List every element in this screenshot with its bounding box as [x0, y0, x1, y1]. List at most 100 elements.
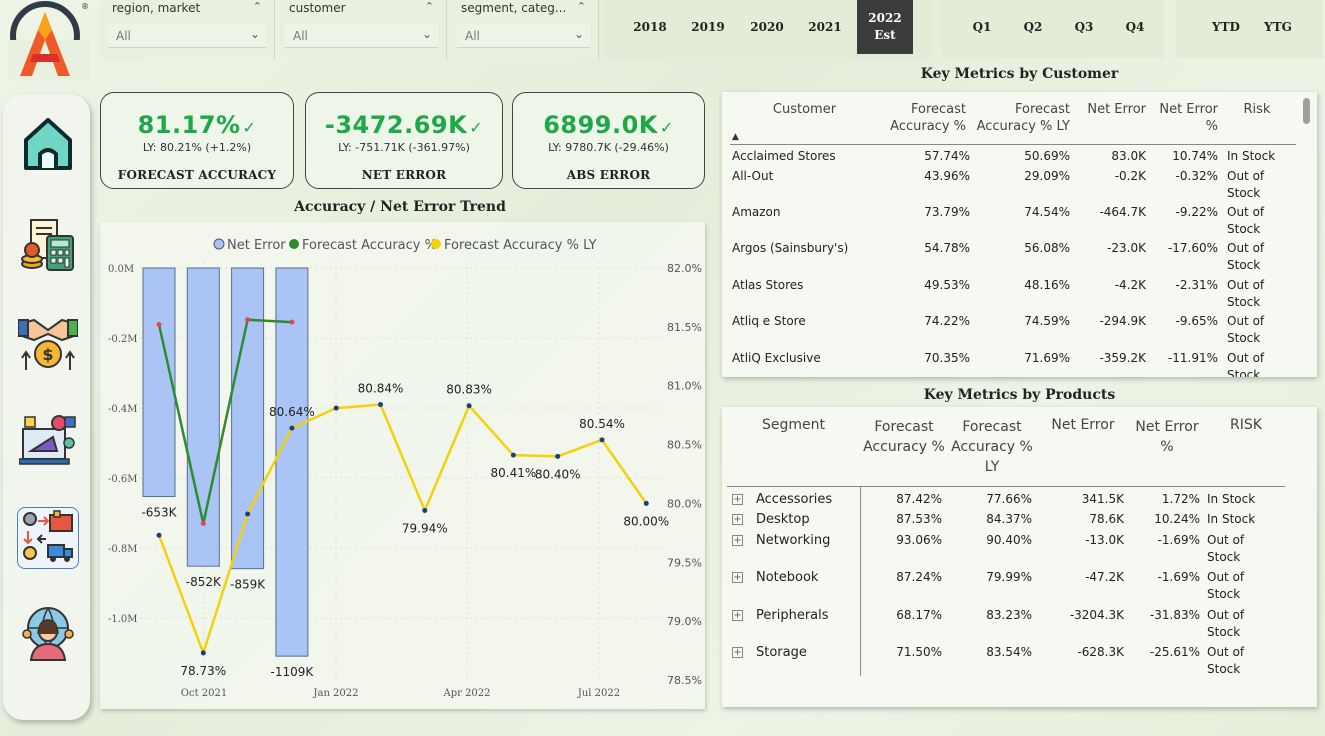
- table-cell: 29.09%: [1024, 169, 1070, 183]
- sort-ascending-icon[interactable]: ▲: [732, 132, 739, 142]
- supply-chain-nav-button[interactable]: [17, 507, 79, 569]
- sales-nav-button[interactable]: $: [17, 312, 79, 374]
- forecast-accuracy-ly-point: [510, 452, 516, 458]
- forecast-accuracy-point: [156, 322, 162, 328]
- chevron-up-icon[interactable]: ⌃: [577, 0, 586, 13]
- y-axis-right-tick: 80.5%: [667, 439, 702, 452]
- chevron-down-icon[interactable]: ⌄: [422, 27, 432, 41]
- table-cell: 70.35%: [924, 351, 970, 365]
- home-nav-button[interactable]: [17, 112, 79, 174]
- table-cell: -13.0K: [1085, 533, 1124, 547]
- y-axis-right-tick: 79.0%: [667, 615, 702, 628]
- chevron-up-icon[interactable]: ⌃: [425, 0, 434, 13]
- column-header-net-error[interactable]: Net Error: [1044, 417, 1122, 434]
- ytd-button[interactable]: YTD: [1204, 0, 1248, 54]
- customer-metrics-table[interactable]: Customer Forecast Accuracy % Forecast Ac…: [722, 92, 1317, 377]
- year-2019-button[interactable]: 2019: [683, 0, 733, 54]
- expand-row-icon[interactable]: +: [732, 535, 743, 546]
- quarter-q1-button[interactable]: Q1: [960, 0, 1004, 54]
- expand-row-icon[interactable]: +: [732, 514, 743, 525]
- customer-table-title: Key Metrics by Customer: [920, 66, 1119, 82]
- forecast-accuracy-ly-point: [200, 650, 206, 656]
- chevron-up-icon[interactable]: ⌃: [253, 0, 262, 13]
- table-cell: 50.69%: [1024, 149, 1070, 163]
- column-header-net-error-pct[interactable]: Net Error %: [1130, 417, 1204, 457]
- year-2022-est-button[interactable]: 2022 Est: [857, 0, 913, 54]
- column-header-forecast-accuracy-ly[interactable]: Forecast Accuracy % LY: [950, 417, 1034, 477]
- column-header-risk[interactable]: RISK: [1216, 417, 1276, 434]
- column-header-forecast-accuracy[interactable]: Forecast Accuracy %: [862, 417, 946, 457]
- executive-nav-button[interactable]: [17, 602, 79, 664]
- customer-slicer[interactable]: customer ⌃ All ⌄: [277, 0, 447, 60]
- finance-nav-button[interactable]: [17, 214, 79, 276]
- forecast-accuracy-ly-point: [333, 405, 339, 411]
- table-scrollbar[interactable]: [1303, 98, 1310, 124]
- segment-category-slicer[interactable]: segment, categ... ⌃ All ⌄: [449, 0, 599, 60]
- chevron-down-icon[interactable]: ⌄: [574, 27, 584, 41]
- chart-canvas[interactable]: Net Error Forecast Accuracy % Forecast Acc…: [100, 222, 705, 709]
- forecast-accuracy-ly-label: 80.00%: [623, 514, 669, 528]
- legend-label: Forecast Accuracy % LY: [444, 238, 597, 253]
- quarter-q4-button[interactable]: Q4: [1113, 0, 1157, 54]
- y-axis-left-tick: 0.0M: [108, 264, 134, 275]
- home-icon: [24, 118, 72, 170]
- year-2018-button[interactable]: 2018: [625, 0, 675, 54]
- column-header-forecast-accuracy[interactable]: Forecast Accuracy %: [882, 101, 966, 135]
- table-cell: Acclaimed Stores: [732, 149, 836, 163]
- product-metrics-table[interactable]: Segment Forecast Accuracy % Forecast Acc…: [722, 407, 1317, 707]
- customer-dropdown[interactable]: All ⌄: [285, 24, 438, 48]
- year-2021-button[interactable]: 2021: [800, 0, 850, 54]
- chevron-down-icon[interactable]: ⌄: [250, 27, 260, 41]
- table-cell: Peripherals: [756, 608, 829, 623]
- table-cell: Notebook: [756, 570, 819, 585]
- ytg-button[interactable]: YTG: [1256, 0, 1300, 54]
- table-cell: Out of Stock: [1207, 608, 1245, 639]
- net-error-label: -653K: [141, 506, 177, 520]
- company-logo: ®: [8, 1, 90, 80]
- finance-calculator-icon: [21, 219, 74, 271]
- marketing-nav-button[interactable]: [17, 409, 79, 471]
- table-cell: In Stock: [1207, 492, 1256, 506]
- table-cell: In Stock: [1207, 512, 1256, 526]
- region-market-dropdown[interactable]: All ⌄: [108, 24, 266, 48]
- column-header-customer[interactable]: Customer: [732, 101, 877, 118]
- column-header-forecast-accuracy-ly[interactable]: Forecast Accuracy % LY: [972, 101, 1070, 135]
- period-slicer: YTD YTG: [1176, 0, 1323, 58]
- table-cell: Out of Stock: [1227, 241, 1265, 272]
- forecast-accuracy-ly-point: [555, 453, 561, 459]
- quarter-q3-button[interactable]: Q3: [1062, 0, 1106, 54]
- header-text: Forecast Accuracy % LY: [976, 102, 1070, 134]
- table-cell: 57.74%: [924, 149, 970, 163]
- table-cell: -9.22%: [1175, 205, 1218, 219]
- forecast-accuracy-line: [157, 318, 292, 524]
- table-cell: 83.54%: [986, 645, 1032, 659]
- column-header-net-error-pct[interactable]: Net Error %: [1150, 101, 1218, 135]
- year-2020-button[interactable]: 2020: [742, 0, 792, 54]
- y-axis-left-tick: -0.2M: [108, 334, 138, 345]
- slicer-value: All: [293, 29, 308, 43]
- table-cell: -0.2K: [1114, 169, 1146, 183]
- table-cell: Out of Stock: [1227, 314, 1265, 345]
- column-header-risk[interactable]: Risk: [1227, 101, 1287, 118]
- svg-text:®: ®: [81, 2, 89, 11]
- kpi-value: -3472.69K ✓: [324, 111, 484, 139]
- table-cell: 87.53%: [896, 512, 942, 526]
- table-cell: 1.72%: [1161, 492, 1200, 506]
- table-cell: -47.2K: [1085, 570, 1124, 584]
- region-market-slicer[interactable]: region, market ⌃ All ⌄: [100, 0, 275, 60]
- column-header-segment[interactable]: Segment: [736, 417, 851, 434]
- sales-handshake-icon: $: [18, 318, 78, 370]
- forecast-accuracy-ly-label: 80.54%: [579, 417, 625, 431]
- accuracy-net-error-chart[interactable]: Net Error Forecast Accuracy % Forecast Acc…: [100, 222, 705, 709]
- expand-row-icon[interactable]: +: [732, 494, 743, 505]
- expand-row-icon[interactable]: +: [732, 572, 743, 583]
- expand-row-icon[interactable]: +: [732, 610, 743, 621]
- table-cell: -294.9K: [1099, 314, 1146, 328]
- net-error-label: -859K: [230, 578, 266, 592]
- segment-category-dropdown[interactable]: All ⌄: [457, 24, 590, 48]
- column-header-net-error[interactable]: Net Error: [1074, 101, 1146, 118]
- quarter-q2-button[interactable]: Q2: [1011, 0, 1055, 54]
- expand-row-icon[interactable]: +: [732, 647, 743, 658]
- quarter-slicer: Q1 Q2 Q3 Q4: [942, 0, 1164, 58]
- table-cell: Atliq e Store: [732, 314, 806, 328]
